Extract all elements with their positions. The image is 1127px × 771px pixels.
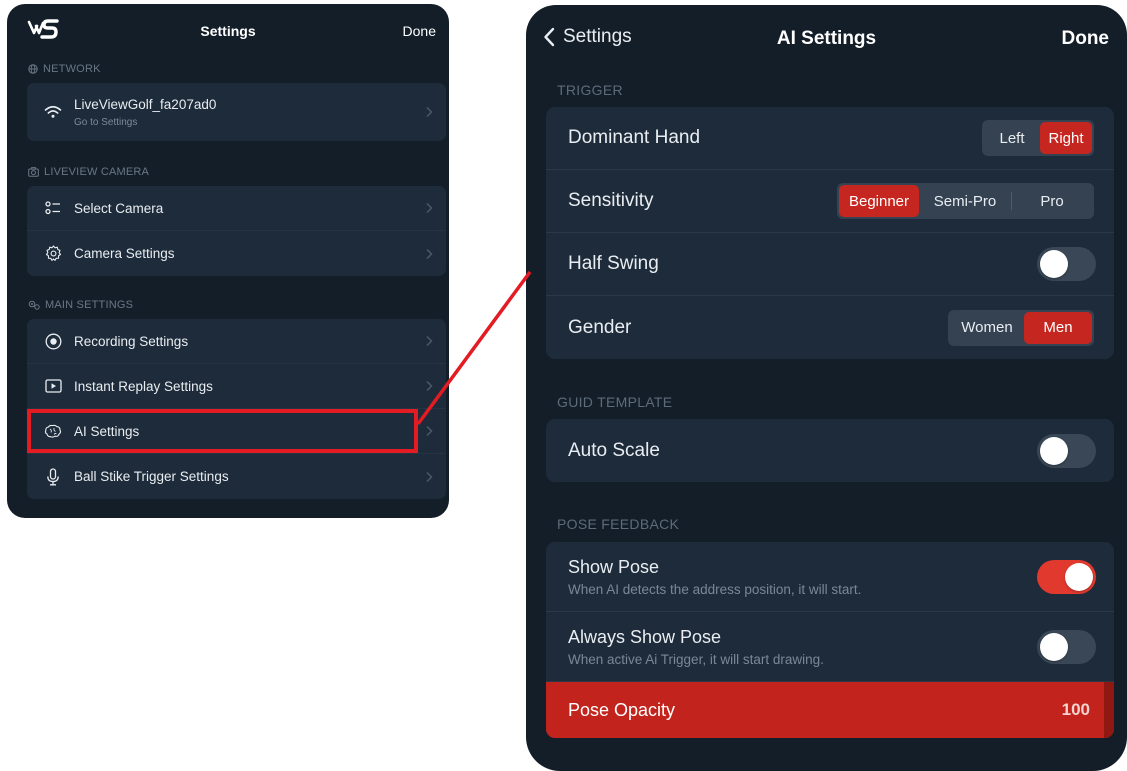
select-camera-label: Select Camera — [74, 200, 164, 216]
camera-settings-row[interactable]: Camera Settings — [27, 231, 446, 276]
done-button[interactable]: Done — [403, 23, 436, 39]
toggle-knob — [1040, 436, 1068, 465]
wifi-subtitle: Go to Settings — [74, 116, 138, 128]
instant-replay-settings-row[interactable]: Instant Replay Settings — [27, 364, 446, 409]
sensitivity-row: Sensitivity Beginner Semi-Pro Pro — [546, 170, 1114, 233]
camera-icon — [28, 167, 39, 177]
dominant-hand-left-option[interactable]: Left — [984, 122, 1040, 154]
sensitivity-beginner-option[interactable]: Beginner — [839, 185, 919, 217]
wifi-icon — [44, 103, 62, 121]
gears-icon — [28, 300, 40, 310]
sensitivity-pro-option[interactable]: Pro — [1012, 185, 1092, 217]
main-settings-header-label: MAIN SETTINGS — [45, 299, 134, 311]
guide-template-section-header: GUID TEMPLATE — [557, 394, 673, 410]
gender-segmented-control: Women Men — [948, 309, 1094, 346]
gear-icon — [44, 245, 62, 263]
sensitivity-semi-pro-option[interactable]: Semi-Pro — [919, 185, 1011, 217]
network-section-header: NETWORK — [28, 63, 101, 75]
play-icon — [44, 377, 62, 395]
ball-strike-trigger-settings-label: Ball Stike Trigger Settings — [74, 469, 229, 484]
camera-settings-label: Camera Settings — [74, 246, 175, 261]
guide-template-group: Auto Scale — [546, 419, 1114, 482]
camera-group: Select Camera Camera Settings — [27, 186, 446, 276]
instant-replay-settings-label: Instant Replay Settings — [74, 378, 213, 394]
show-pose-label: Show Pose — [568, 556, 660, 577]
settings-nav-bar: Settings Done — [7, 4, 449, 54]
chevron-right-icon — [426, 335, 433, 347]
always-show-pose-description: When active Ai Trigger, it will start dr… — [568, 651, 824, 667]
always-show-pose-row: Always Show Pose When active Ai Trigger,… — [546, 612, 1114, 682]
recording-settings-label: Recording Settings — [74, 333, 189, 349]
chevron-right-icon — [426, 471, 433, 482]
show-pose-description: When AI detects the address position, it… — [568, 581, 862, 597]
microphone-icon — [44, 467, 62, 486]
dominant-hand-label: Dominant Hand — [568, 127, 701, 148]
dominant-hand-segmented-control: Left Right — [982, 120, 1094, 156]
globe-icon — [28, 64, 38, 74]
dominant-hand-row: Dominant Hand Left Right — [546, 107, 1114, 170]
sensitivity-segmented-control: Beginner Semi-Pro Pro — [837, 183, 1094, 219]
ai-settings-title: AI Settings — [776, 28, 877, 49]
half-swing-label: Half Swing — [568, 253, 659, 274]
gender-women-option[interactable]: Women — [950, 312, 1024, 344]
chevron-right-icon — [426, 248, 433, 259]
half-swing-toggle[interactable] — [1037, 247, 1096, 281]
pose-opacity-label: Pose Opacity — [568, 699, 676, 720]
ai-settings-panel: Settings AI Settings Done TRIGGER Domina… — [526, 5, 1127, 771]
record-icon — [44, 332, 62, 350]
wifi-name: LiveViewGolf_fa207ad0 — [74, 96, 217, 112]
dominant-hand-right-option[interactable]: Right — [1040, 122, 1092, 154]
network-header-label: NETWORK — [43, 63, 101, 75]
toggle-knob — [1065, 562, 1093, 591]
main-settings-section-header: MAIN SETTINGS — [28, 299, 133, 311]
show-pose-row: Show Pose When AI detects the address po… — [546, 542, 1114, 612]
list-icon — [44, 199, 62, 217]
network-group: LiveViewGolf_fa207ad0 Go to Settings — [27, 83, 446, 141]
auto-scale-label: Auto Scale — [568, 439, 660, 461]
select-camera-row[interactable]: Select Camera — [27, 186, 446, 231]
show-pose-toggle[interactable] — [1037, 559, 1096, 594]
sensitivity-label: Sensitivity — [568, 190, 654, 211]
chevron-right-icon — [426, 380, 433, 392]
settings-title: Settings — [200, 23, 256, 39]
ai-settings-nav-bar: Settings AI Settings Done — [526, 5, 1127, 69]
auto-scale-row: Auto Scale — [546, 419, 1114, 482]
chevron-right-icon — [426, 425, 433, 437]
camera-section-header: LIVEVIEW CAMERA — [28, 166, 149, 178]
gender-men-option[interactable]: Men — [1024, 311, 1092, 344]
recording-settings-row[interactable]: Recording Settings — [27, 319, 446, 364]
gender-row: Gender Women Men — [546, 296, 1114, 359]
toggle-knob — [1040, 632, 1068, 661]
pose-opacity-value: 100 — [1061, 700, 1090, 719]
camera-header-label: LIVEVIEW CAMERA — [44, 166, 150, 178]
trigger-group: Dominant Hand Left Right Sensitivity Beg… — [546, 107, 1114, 359]
toggle-knob — [1040, 250, 1068, 278]
pose-opacity-slider-edge — [1104, 682, 1114, 738]
ai-settings-highlight — [27, 409, 418, 453]
chevron-right-icon — [426, 106, 433, 118]
trigger-section-header: TRIGGER — [557, 82, 623, 98]
wifi-row[interactable]: LiveViewGolf_fa207ad0 Go to Settings — [27, 83, 446, 141]
always-show-pose-toggle[interactable] — [1037, 629, 1096, 664]
half-swing-row: Half Swing — [546, 233, 1114, 296]
gender-label: Gender — [568, 316, 632, 338]
ball-strike-trigger-settings-row[interactable]: Ball Stike Trigger Settings — [27, 454, 446, 499]
pose-opacity-row[interactable]: Pose Opacity 100 — [546, 682, 1114, 738]
pose-feedback-section-header: POSE FEEDBACK — [557, 516, 680, 532]
pose-feedback-group: Show Pose When AI detects the address po… — [546, 542, 1114, 738]
always-show-pose-label: Always Show Pose — [568, 626, 722, 647]
auto-scale-toggle[interactable] — [1037, 433, 1096, 468]
chevron-right-icon — [426, 202, 433, 214]
done-button[interactable]: Done — [1062, 28, 1110, 50]
